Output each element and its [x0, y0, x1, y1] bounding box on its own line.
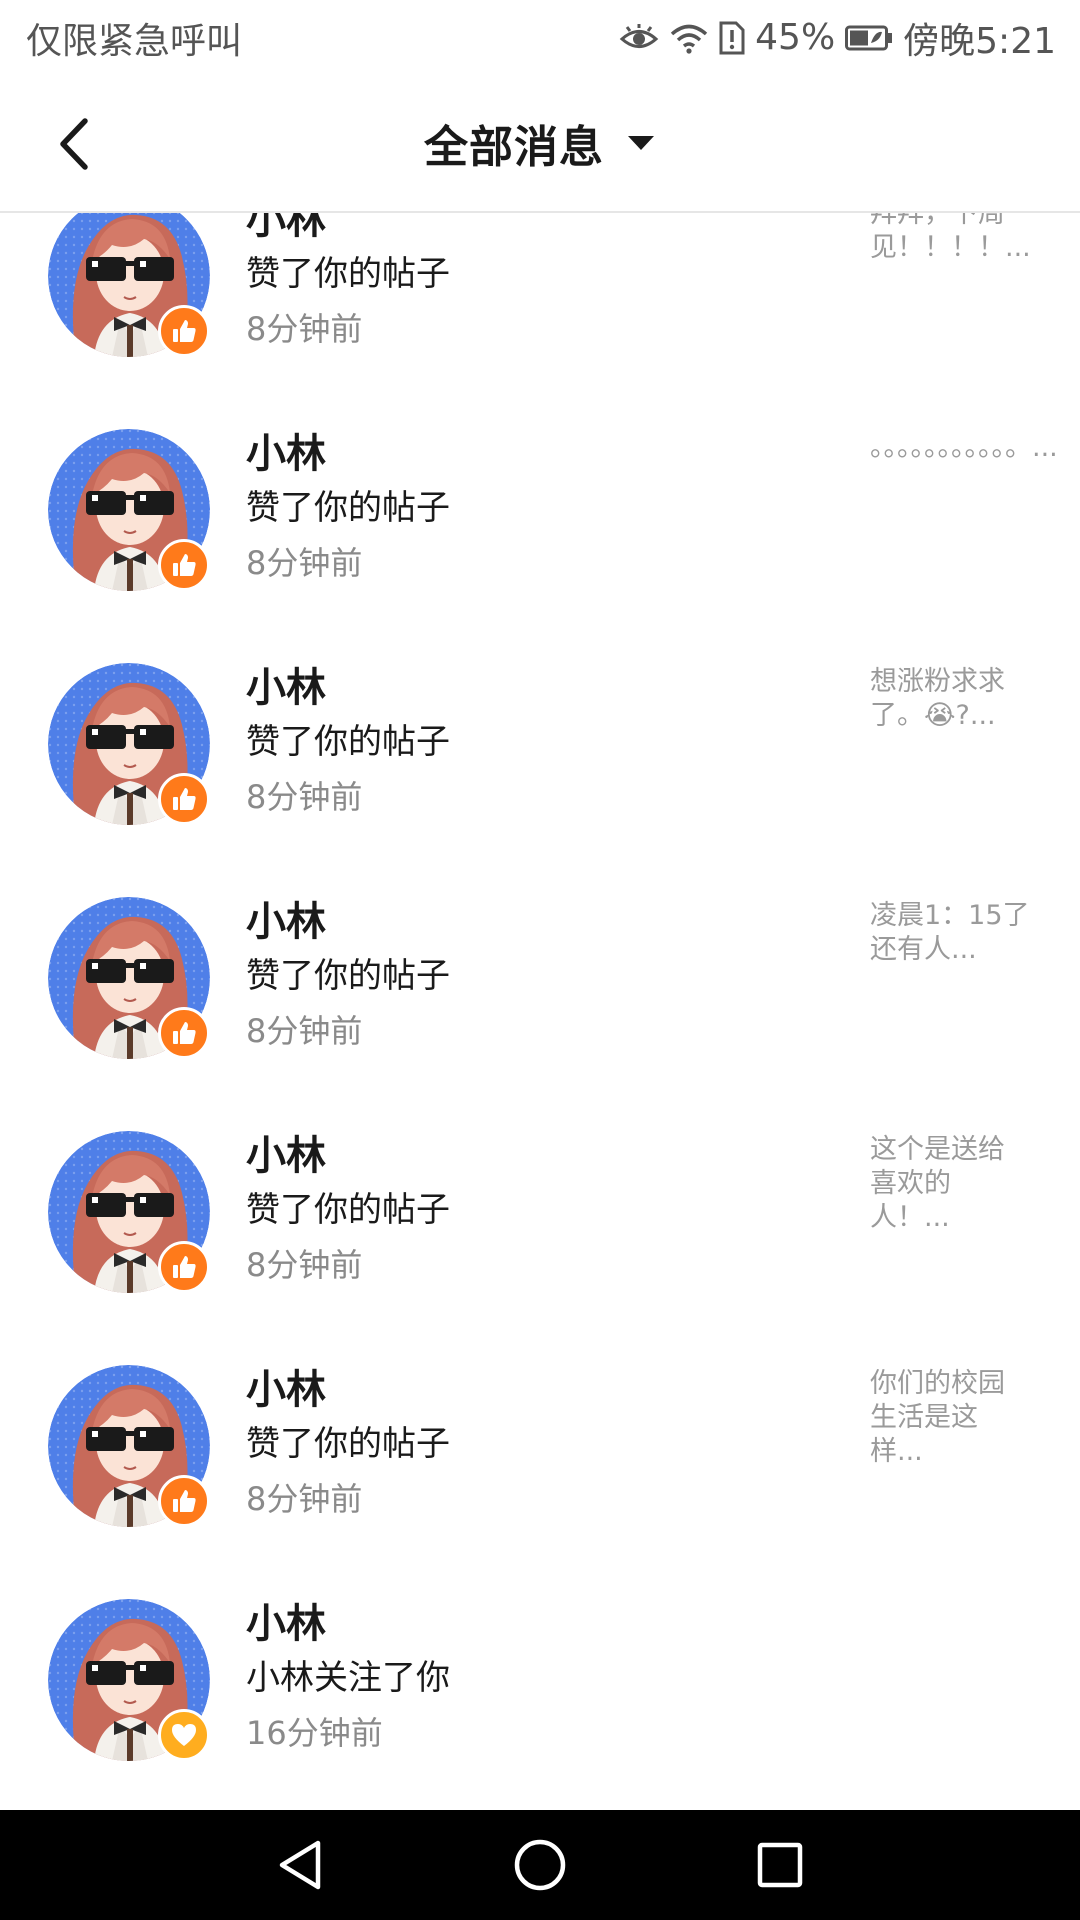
message-time: 8分钟前 — [246, 310, 363, 348]
message-item[interactable]: 小林 赞了你的帖子 8分钟前 拜拜，下周见！！！！... — [0, 213, 1080, 429]
header: 全部消息 — [0, 75, 1080, 213]
system-nav-bar — [0, 1810, 1080, 1920]
like-badge-icon — [158, 1007, 210, 1059]
message-time: 8分钟前 — [246, 778, 363, 816]
like-badge-icon — [158, 1241, 210, 1293]
message-item[interactable]: 小林 赞了你的帖子 8分钟前 想涨粉求求了。😭?... — [0, 663, 1080, 897]
message-time: 8分钟前 — [246, 1246, 363, 1284]
message-action-text: 赞了你的帖子 — [246, 1190, 450, 1230]
like-badge-icon — [158, 539, 210, 591]
message-sender-name[interactable]: 小林 — [246, 1599, 326, 1649]
message-sender-name[interactable]: 小林 — [246, 1365, 326, 1415]
message-item[interactable]: 小林 赞了你的帖子 8分钟前 凌晨1：15了还有人... — [0, 897, 1080, 1131]
like-badge-icon — [158, 1475, 210, 1527]
caret-down-icon — [628, 136, 654, 150]
home-circle-icon — [514, 1839, 566, 1891]
message-action-text: 赞了你的帖子 — [246, 722, 450, 762]
battery-percent: 45% — [755, 17, 836, 58]
recents-square-icon — [757, 1842, 803, 1888]
battery-icon — [845, 25, 893, 51]
message-sender-name[interactable]: 小林 — [246, 429, 326, 479]
nav-back-button[interactable] — [270, 1835, 330, 1895]
message-time: 8分钟前 — [246, 1480, 363, 1518]
message-action-text: 赞了你的帖子 — [246, 956, 450, 996]
post-preview[interactable]: 想涨粉求求了。😭?... — [870, 665, 1030, 733]
follow-heart-badge-icon — [158, 1709, 210, 1761]
clock-time: 傍晚5:21 — [903, 20, 1056, 62]
nav-home-button[interactable] — [510, 1835, 570, 1895]
message-action-text: 赞了你的帖子 — [246, 1424, 450, 1464]
message-action-text: 赞了你的帖子 — [246, 488, 450, 528]
post-preview[interactable]: 。。。。。。。。。。。... — [870, 431, 1058, 465]
message-filter-dropdown[interactable]: 全部消息 — [0, 75, 1080, 211]
message-action-text: 小林关注了你 — [246, 1658, 450, 1698]
post-preview[interactable]: 你们的校园生活是这样... — [870, 1367, 1030, 1469]
like-badge-icon — [158, 773, 210, 825]
message-sender-name[interactable]: 小林 — [246, 663, 326, 713]
message-time: 8分钟前 — [246, 544, 363, 582]
screen: 仅限紧急呼叫 45% 傍晚5:21 全部消息 小林 赞了你的帖子 8分钟前 拜拜… — [0, 0, 1080, 1920]
message-sender-name[interactable]: 小林 — [246, 897, 326, 947]
sim-alert-icon — [719, 21, 745, 55]
carrier-text: 仅限紧急呼叫 — [26, 20, 243, 62]
message-item[interactable]: 小林 赞了你的帖子 8分钟前 你们的校园生活是这样... — [0, 1365, 1080, 1599]
post-preview[interactable]: 凌晨1：15了还有人... — [870, 899, 1030, 967]
eye-comfort-icon — [619, 23, 659, 53]
back-triangle-icon — [279, 1840, 321, 1890]
message-item[interactable]: 小林 小林关注了你 16分钟前 — [0, 1599, 1080, 1810]
nav-recents-button[interactable] — [750, 1835, 810, 1895]
message-time: 8分钟前 — [246, 1012, 363, 1050]
message-action-text: 赞了你的帖子 — [246, 254, 450, 294]
page-title: 全部消息 — [424, 122, 604, 173]
message-sender-name[interactable]: 小林 — [246, 1131, 326, 1181]
message-item[interactable]: 小林 赞了你的帖子 8分钟前 这个是送给喜欢的人！... — [0, 1131, 1080, 1365]
message-sender-name[interactable]: 小林 — [246, 213, 326, 245]
wifi-icon — [669, 22, 709, 54]
status-bar: 仅限紧急呼叫 45% 傍晚5:21 — [0, 0, 1080, 75]
like-badge-icon — [158, 305, 210, 357]
status-icons: 45% 傍晚5:21 — [619, 12, 1056, 64]
post-preview[interactable]: 拜拜，下周见！！！！... — [870, 213, 1031, 265]
message-time: 16分钟前 — [246, 1714, 383, 1752]
message-list[interactable]: 小林 赞了你的帖子 8分钟前 拜拜，下周见！！！！... 小林 赞了你的帖子 8… — [0, 213, 1080, 1810]
message-item[interactable]: 小林 赞了你的帖子 8分钟前 。。。。。。。。。。。... — [0, 429, 1080, 663]
post-preview[interactable]: 这个是送给喜欢的人！... — [870, 1133, 1030, 1235]
